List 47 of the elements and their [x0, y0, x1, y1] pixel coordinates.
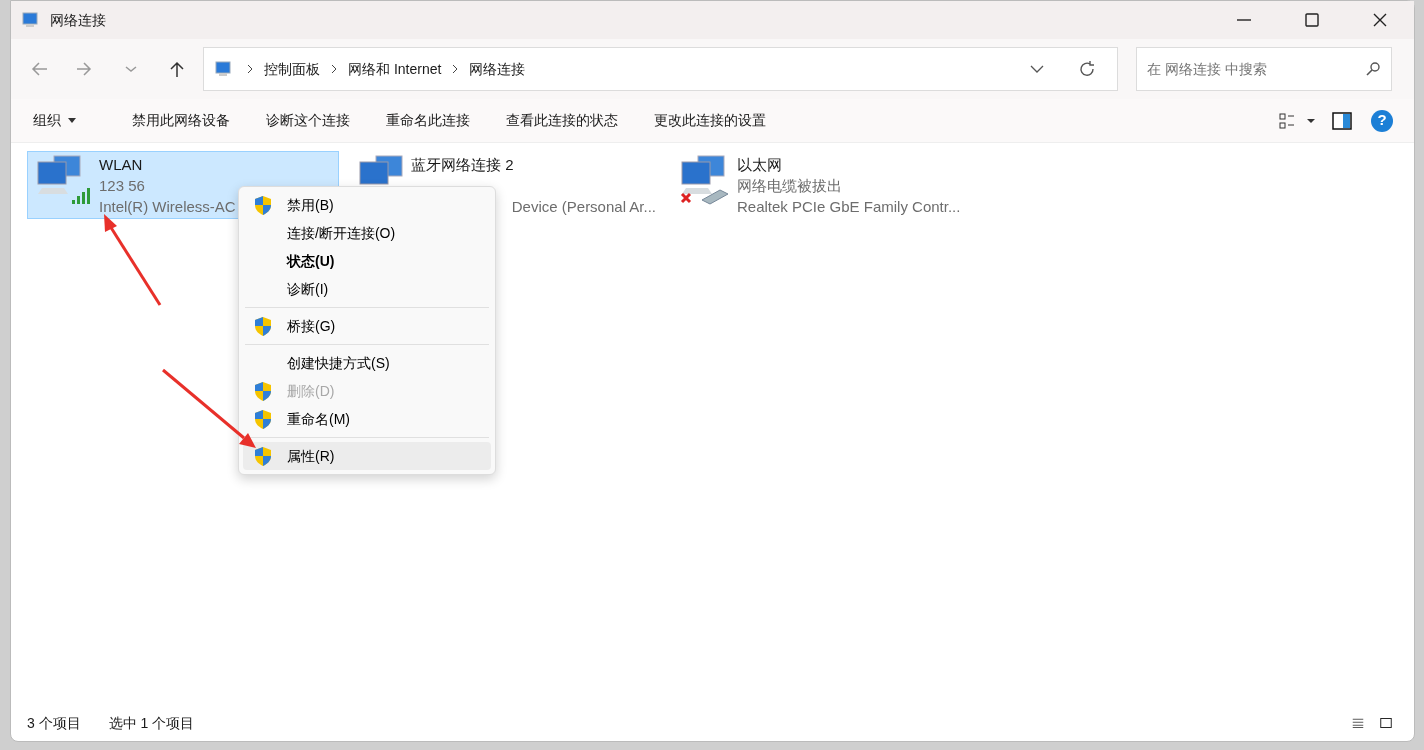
chevron-icon: [451, 63, 460, 75]
connection-name: 蓝牙网络连接 2: [411, 155, 514, 175]
device-name: Intel(R) Wireless-AC: [99, 197, 236, 217]
selection-count: 选中 1 个项目: [108, 713, 195, 733]
toolbar-button[interactable]: 重命名此连接: [378, 106, 478, 135]
breadcrumb-item[interactable]: 网络和 Internet: [348, 58, 442, 80]
device-name: Realtek PCIe GbE Family Contr...: [737, 197, 961, 217]
device-name: Device (Personal Ar...: [511, 197, 656, 217]
close-icon: [1371, 12, 1389, 28]
maximize-icon: [1303, 12, 1321, 28]
forward-arrow-icon: [76, 60, 94, 78]
menu-item[interactable]: 创建快捷方式(S): [243, 349, 491, 377]
connection-status: 123 56: [99, 176, 145, 196]
minimize-icon: [1237, 19, 1251, 21]
back-arrow-icon: [30, 60, 48, 78]
breadcrumb-item[interactable]: 网络连接: [469, 58, 526, 80]
refresh-icon: [1078, 60, 1096, 78]
connection-status: 网络电缆被拔出: [737, 176, 842, 196]
window-title: 网络连接: [50, 10, 107, 30]
list-icon: [1352, 716, 1364, 730]
toolbar-button[interactable]: 诊断这个连接: [258, 106, 358, 135]
chevron-icon: [246, 63, 254, 75]
toolbar-button[interactable]: 禁用此网络设备: [124, 106, 238, 135]
address-bar[interactable]: 控制面板 网络和 Internet 网络连接: [203, 47, 1118, 91]
breadcrumb-item[interactable]: 控制面板: [264, 58, 320, 80]
item-count: 3 个项目: [27, 713, 81, 733]
connection-name: WLAN: [99, 155, 143, 175]
organize-menu-button[interactable]: 组织: [25, 106, 84, 135]
menu-item[interactable]: 重命名(M): [243, 405, 491, 433]
toolbar-button[interactable]: 更改此连接的设置: [646, 106, 774, 135]
toolbar-button[interactable]: 查看此连接的状态: [498, 106, 626, 135]
search-icon: [1365, 61, 1381, 77]
connection-item[interactable]: 以太网 网络电缆被拔出 Realtek PCIe GbE Family Contr...: [671, 151, 983, 219]
view-options-icon: [1279, 111, 1315, 130]
menu-item[interactable]: 状态(U): [243, 247, 491, 275]
caret-icon: [68, 118, 76, 123]
search-field[interactable]: 在 网络连接 中搜索: [1136, 47, 1392, 91]
menu-item[interactable]: 桥接(G): [243, 312, 491, 340]
preview-pane-icon: [1332, 111, 1352, 130]
connection-name: 以太网: [737, 155, 782, 175]
menu-item[interactable]: 连接/断开连接(O): [243, 219, 491, 247]
square-icon: [1380, 716, 1392, 730]
menu-item[interactable]: 属性(R): [243, 442, 491, 470]
menu-item[interactable]: 诊断(I): [243, 275, 491, 303]
chevron-icon: [330, 63, 338, 75]
up-arrow-icon: [168, 60, 186, 78]
help-button[interactable]: ?: [1371, 109, 1393, 132]
